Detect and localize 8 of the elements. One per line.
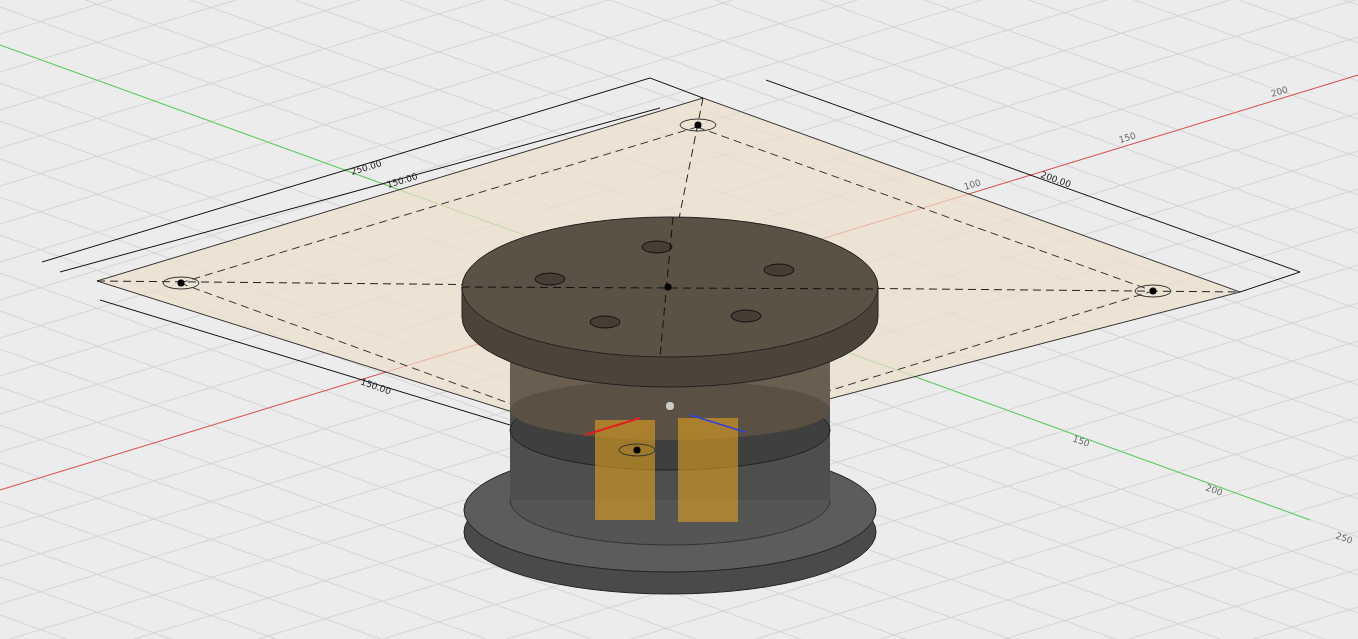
axis-label: 250 xyxy=(1334,530,1354,546)
dimension-label[interactable]: 250.00 xyxy=(349,158,383,177)
axis-label: 100 xyxy=(962,177,982,192)
axis-label: 150 xyxy=(1071,433,1091,449)
axis-label: 150 xyxy=(1117,130,1137,145)
axis-label: 200 xyxy=(1204,482,1224,498)
axis-label: 200 xyxy=(1269,84,1289,99)
dimension-label[interactable]: 150.00 xyxy=(385,171,419,190)
